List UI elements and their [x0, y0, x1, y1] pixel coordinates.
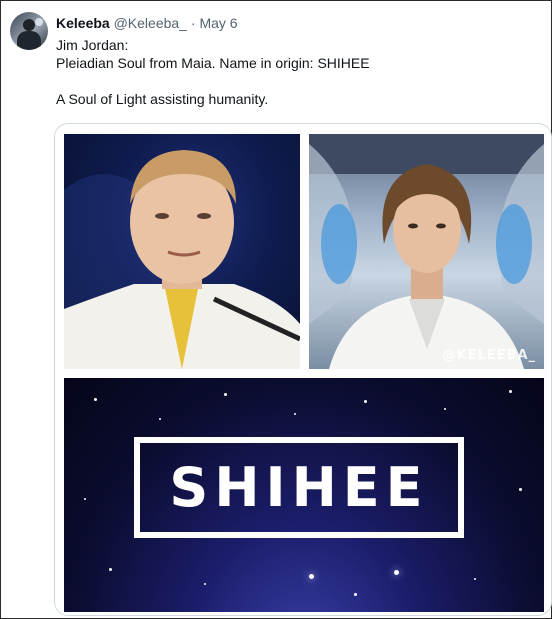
star	[159, 418, 161, 420]
star	[309, 574, 314, 579]
image-starfield-title[interactable]: SHIHEE	[64, 378, 544, 612]
star	[364, 400, 367, 403]
author-name[interactable]: Keleeba	[56, 15, 110, 31]
post-header: Keleeba @Keleeba_ · May 6	[56, 14, 238, 32]
author-handle[interactable]: @Keleeba_	[114, 15, 187, 31]
star	[294, 413, 296, 415]
title-box: SHIHEE	[134, 437, 464, 538]
star	[474, 578, 476, 580]
title-text: SHIHEE	[169, 456, 429, 519]
avatar-light	[35, 18, 43, 26]
star	[224, 393, 227, 396]
post-text-line: Pleiadian Soul from Maia. Name in origin…	[56, 55, 370, 71]
image-watermark: @KELEEBA_	[442, 348, 536, 363]
star	[354, 593, 357, 596]
portrait-man-icon	[64, 150, 300, 369]
star	[204, 583, 206, 585]
star	[394, 570, 399, 575]
post-text-line: Jim Jordan:	[56, 37, 129, 53]
star	[94, 398, 97, 401]
separator-dot: ·	[190, 15, 196, 31]
image-portrait-man[interactable]	[64, 134, 300, 369]
avatar[interactable]	[10, 12, 48, 50]
star	[444, 408, 446, 410]
media-grid: @KELEEBA_ SHIHEE	[54, 123, 552, 616]
star	[109, 568, 112, 571]
star	[509, 390, 512, 393]
illustrated-figure-icon	[309, 134, 544, 369]
avatar-body	[17, 31, 41, 50]
star	[519, 488, 522, 491]
post-text-line: A Soul of Light assisting humanity.	[56, 91, 269, 107]
star	[84, 498, 86, 500]
image-illustrated-figure[interactable]: @KELEEBA_	[309, 134, 544, 369]
avatar-head	[23, 19, 35, 31]
post-date[interactable]: May 6	[199, 15, 237, 31]
